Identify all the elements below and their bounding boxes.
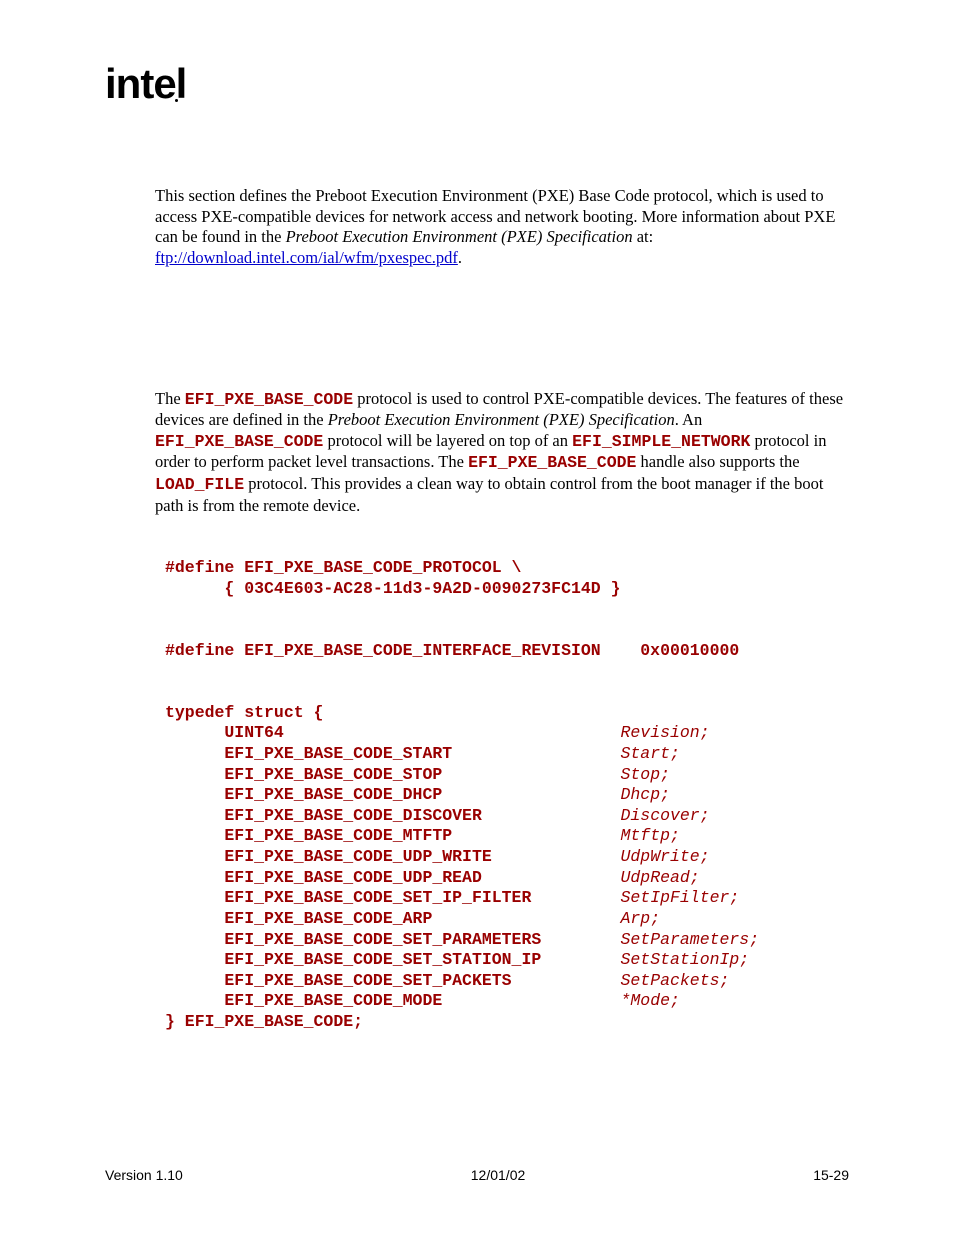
- code-token: EFI_SIMPLE_NETWORK: [572, 432, 750, 451]
- footer-version: Version 1.10: [105, 1167, 183, 1183]
- spec-title: Preboot Execution Environment (PXE) Spec…: [328, 410, 675, 429]
- page-footer: Version 1.10 12/01/02 15-29: [105, 1167, 849, 1183]
- code-token: LOAD_FILE: [155, 475, 244, 494]
- code-token: EFI_PXE_BASE_CODE: [155, 432, 323, 451]
- text: The: [155, 389, 185, 408]
- text: protocol. This provides a clean way to o…: [155, 474, 823, 515]
- text: at:: [633, 227, 654, 246]
- text: . An: [675, 410, 703, 429]
- text: protocol will be layered on top of an: [323, 431, 572, 450]
- code-token: EFI_PXE_BASE_CODE: [468, 453, 636, 472]
- description-paragraph: The EFI_PXE_BASE_CODE protocol is used t…: [155, 389, 849, 517]
- code-token: EFI_PXE_BASE_CODE: [185, 390, 353, 409]
- code-block: #define EFI_PXE_BASE_CODE_PROTOCOL \ { 0…: [165, 558, 849, 1032]
- text: .: [458, 248, 462, 267]
- spec-title: Preboot Execution Environment (PXE) Spec…: [286, 227, 633, 246]
- footer-page: 15-29: [813, 1167, 849, 1183]
- text: handle also supports the: [636, 452, 799, 471]
- footer-date: 12/01/02: [471, 1167, 526, 1183]
- pxe-spec-link[interactable]: ftp://download.intel.com/ial/wfm/pxespec…: [155, 248, 458, 267]
- intel-logo: intel: [105, 60, 186, 108]
- intro-paragraph: This section defines the Preboot Executi…: [155, 186, 849, 269]
